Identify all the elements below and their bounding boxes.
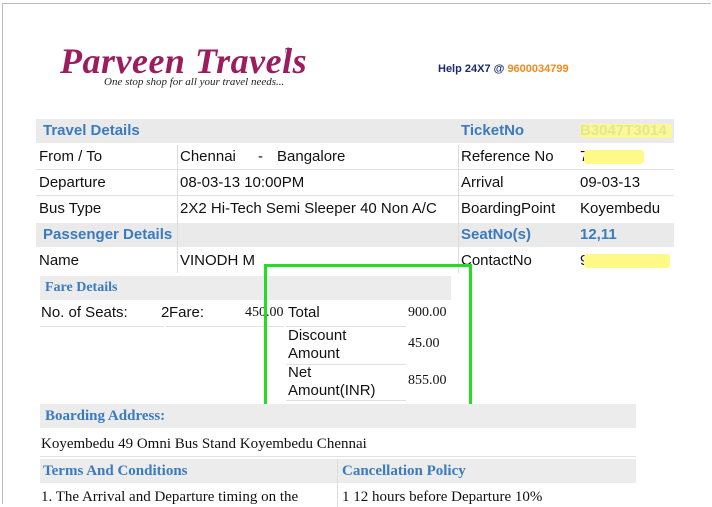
to-city: Bangalore: [277, 148, 346, 165]
from-to-row: From / To Chennai - Bangalore Reference …: [36, 145, 674, 169]
column-divider: [337, 459, 338, 507]
ticket-no-label: TicketNo: [461, 122, 525, 139]
boarding-address-heading: Boarding Address:: [45, 408, 166, 424]
passenger-details-header: Passenger Details SeatNo(s) 12,11: [36, 223, 674, 247]
boarding-point-value: Koyembedu: [580, 200, 661, 217]
boarding-point-label: BoardingPoint: [461, 200, 556, 217]
travel-details-heading: Travel Details: [43, 122, 140, 139]
name-label: Name: [39, 252, 80, 269]
registered-mark: ®: [285, 46, 292, 56]
departure-row: Departure 08-03-13 10:00PM Arrival 09-03…: [36, 171, 674, 195]
from-to-label: From / To: [39, 148, 103, 165]
fare-details-heading: Fare Details: [45, 280, 118, 295]
route-dash: -: [258, 148, 263, 165]
seat-no-value: 12,11: [580, 226, 617, 243]
passenger-details-heading: Passenger Details: [43, 226, 173, 243]
divider: [40, 326, 164, 327]
arrival-label: Arrival: [461, 174, 504, 191]
departure-value: 08-03-13 10:00PM: [180, 174, 305, 191]
divider: [40, 456, 636, 457]
bus-type-label: Bus Type: [39, 200, 102, 217]
redaction-ticket: [580, 124, 672, 138]
bus-type-value: 2X2 Hi-Tech Semi Sleeper 40 Non A/C: [180, 200, 437, 217]
travel-details-header: Travel Details TicketNo B3047T3014: [36, 119, 674, 143]
highlight-box: [264, 264, 472, 412]
help-line: Help 24X7 @ 9600034799: [438, 63, 569, 75]
column-divider: [458, 145, 459, 273]
terms-item-1: 1. The Arrival and Departure timing on t…: [41, 489, 299, 505]
column-divider: [177, 145, 178, 273]
cancellation-item-1: 1 12 hours before Departure 10%: [342, 489, 543, 505]
seats-label: No. of Seats:: [41, 304, 128, 321]
divider: [36, 195, 674, 196]
from-city: Chennai: [180, 148, 236, 165]
reference-no-label: Reference No: [461, 148, 554, 165]
boarding-address-value: Koyembedu 49 Omni Bus Stand Koyembedu Ch…: [41, 436, 367, 452]
redaction-contact: [584, 254, 670, 268]
seat-no-label: SeatNo(s): [461, 226, 532, 243]
cancellation-heading: Cancellation Policy: [342, 463, 466, 479]
redaction-reference: [584, 150, 644, 164]
departure-label: Departure: [39, 174, 106, 191]
help-label: Help 24X7 @: [438, 63, 505, 75]
help-phone[interactable]: 9600034799: [507, 63, 568, 75]
name-value: VINODH M: [180, 252, 255, 269]
logo-tagline: One stop shop for all your travel needs.…: [104, 76, 285, 88]
divider: [36, 169, 674, 170]
terms-heading: Terms And Conditions: [43, 463, 188, 479]
arrival-value: 09-03-13: [580, 174, 641, 191]
bus-type-row: Bus Type 2X2 Hi-Tech Semi Sleeper 40 Non…: [36, 197, 674, 221]
fare-label: Fare:: [169, 304, 205, 321]
